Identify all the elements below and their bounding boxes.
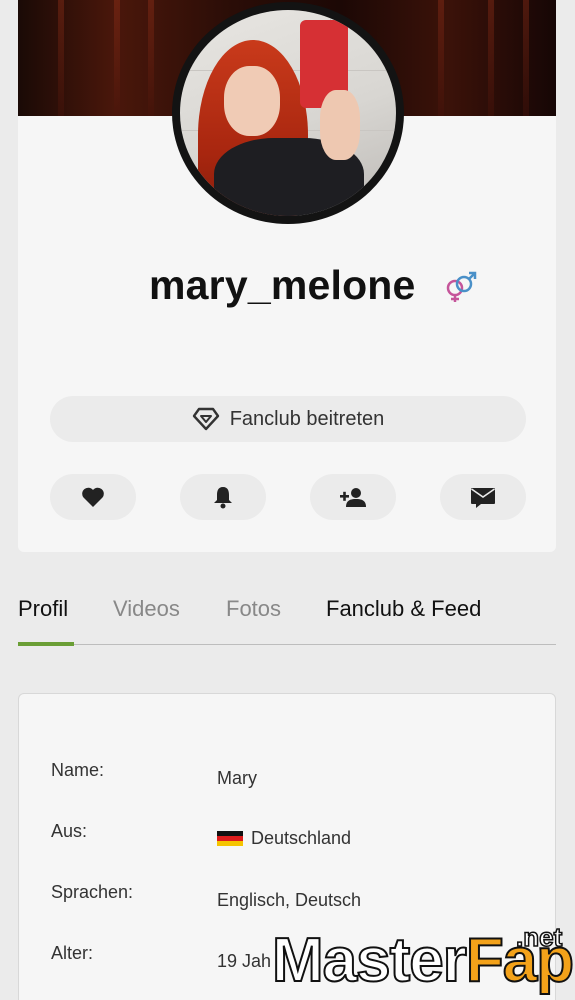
name-value: Mary bbox=[217, 768, 257, 788]
profile-tabs: Profil Videos Fotos Fanclub & Feed bbox=[18, 596, 556, 648]
tabs-divider bbox=[18, 644, 556, 645]
watermark-part1: Master bbox=[271, 926, 468, 995]
watermark-tld: .net bbox=[515, 921, 563, 953]
germany-flag-icon bbox=[217, 830, 243, 847]
like-button[interactable] bbox=[50, 474, 136, 520]
bell-icon bbox=[214, 487, 232, 509]
from-country: Deutschland bbox=[251, 828, 352, 848]
follow-button[interactable] bbox=[310, 474, 396, 520]
from-value: Deutschland bbox=[217, 828, 351, 849]
avatar[interactable] bbox=[172, 2, 404, 224]
username: mary_melone bbox=[149, 262, 416, 308]
tab-profile[interactable]: Profil bbox=[18, 596, 68, 622]
gender-icon bbox=[446, 271, 477, 302]
diamond-icon bbox=[192, 407, 219, 431]
notify-button[interactable] bbox=[180, 474, 266, 520]
from-label: Aus: bbox=[51, 821, 88, 841]
join-fanclub-button[interactable]: Fanclub beitreten bbox=[50, 396, 526, 442]
age-value: 19 Jah bbox=[217, 951, 272, 971]
tab-photos[interactable]: Fotos bbox=[226, 596, 281, 622]
tab-videos[interactable]: Videos bbox=[113, 596, 180, 622]
tab-fanclub-feed[interactable]: Fanclub & Feed bbox=[326, 596, 481, 622]
languages-value: Englisch, Deutsch bbox=[217, 890, 362, 910]
languages-label: Sprachen: bbox=[51, 882, 134, 902]
envelope-icon bbox=[471, 488, 495, 508]
join-fanclub-label: Fanclub beitreten bbox=[229, 407, 385, 430]
active-tab-indicator bbox=[18, 642, 74, 646]
name-label: Name: bbox=[51, 760, 105, 780]
add-user-icon bbox=[340, 488, 366, 507]
heart-icon bbox=[82, 487, 104, 507]
age-label: Alter: bbox=[51, 943, 94, 963]
message-button[interactable] bbox=[440, 474, 526, 520]
